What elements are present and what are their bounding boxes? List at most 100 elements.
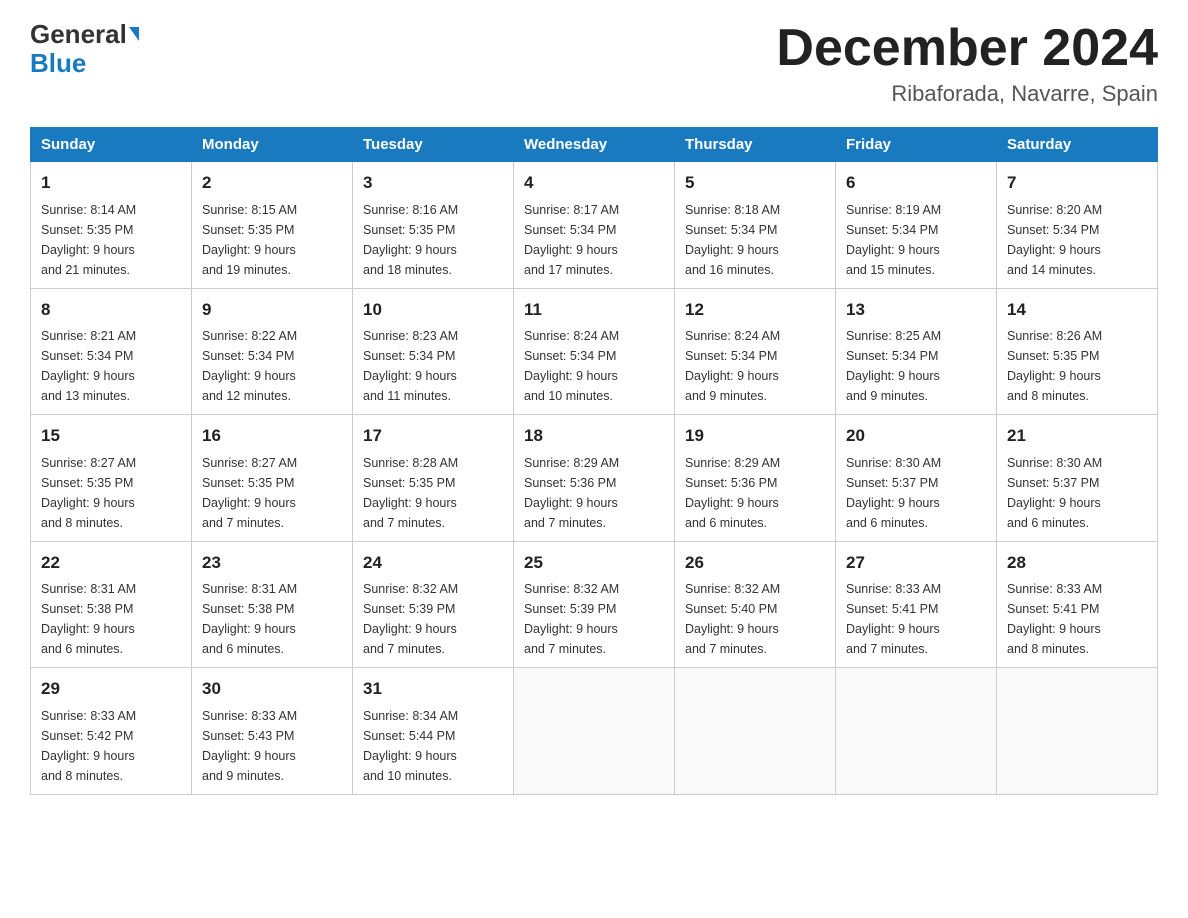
day-info: Sunrise: 8:17 AM Sunset: 5:34 PM Dayligh… xyxy=(524,200,664,280)
header-cell-thursday: Thursday xyxy=(675,128,836,162)
day-info: Sunrise: 8:14 AM Sunset: 5:35 PM Dayligh… xyxy=(41,200,181,280)
day-number: 17 xyxy=(363,423,503,449)
calendar-table: SundayMondayTuesdayWednesdayThursdayFrid… xyxy=(30,127,1158,795)
day-number: 5 xyxy=(685,170,825,196)
week-row-3: 15 Sunrise: 8:27 AM Sunset: 5:35 PM Dayli… xyxy=(31,415,1158,542)
calendar-cell: 19Sunrise: 8:29 AM Sunset: 5:36 PM Dayli… xyxy=(675,415,836,542)
calendar-cell: 27 Sunrise: 8:33 AM Sunset: 5:41 PM Dayli… xyxy=(836,541,997,668)
calendar-cell xyxy=(514,668,675,795)
day-info: Sunrise: 8:32 AM Sunset: 5:39 PM Dayligh… xyxy=(524,579,664,659)
calendar-cell: 29Sunrise: 8:33 AM Sunset: 5:42 PM Dayli… xyxy=(31,668,192,795)
header-cell-tuesday: Tuesday xyxy=(353,128,514,162)
day-number: 4 xyxy=(524,170,664,196)
day-number: 13 xyxy=(846,297,986,323)
calendar-body: 1 Sunrise: 8:14 AM Sunset: 5:35 PM Daylig… xyxy=(31,162,1158,795)
calendar-cell: 6 Sunrise: 8:19 AM Sunset: 5:34 PM Daylig… xyxy=(836,162,997,289)
calendar-cell: 4 Sunrise: 8:17 AM Sunset: 5:34 PM Daylig… xyxy=(514,162,675,289)
calendar-cell: 1 Sunrise: 8:14 AM Sunset: 5:35 PM Daylig… xyxy=(31,162,192,289)
header-cell-wednesday: Wednesday xyxy=(514,128,675,162)
day-number: 21 xyxy=(1007,423,1147,449)
day-info: Sunrise: 8:18 AM Sunset: 5:34 PM Dayligh… xyxy=(685,200,825,280)
calendar-cell: 2 Sunrise: 8:15 AM Sunset: 5:35 PM Daylig… xyxy=(192,162,353,289)
calendar-cell: 11 Sunrise: 8:24 AM Sunset: 5:34 PM Dayli… xyxy=(514,288,675,415)
day-number: 27 xyxy=(846,550,986,576)
day-info: Sunrise: 8:20 AM Sunset: 5:34 PM Dayligh… xyxy=(1007,200,1147,280)
calendar-cell: 21 Sunrise: 8:30 AM Sunset: 5:37 PM Dayli… xyxy=(997,415,1158,542)
calendar-cell: 20Sunrise: 8:30 AM Sunset: 5:37 PM Dayli… xyxy=(836,415,997,542)
day-info: Sunrise: 8:32 AM Sunset: 5:39 PM Dayligh… xyxy=(363,579,503,659)
header-row: SundayMondayTuesdayWednesdayThursdayFrid… xyxy=(31,128,1158,162)
day-info: Sunrise: 8:24 AM Sunset: 5:34 PM Dayligh… xyxy=(685,326,825,406)
calendar-cell: 14 Sunrise: 8:26 AM Sunset: 5:35 PM Dayli… xyxy=(997,288,1158,415)
day-info: Sunrise: 8:34 AM Sunset: 5:44 PM Dayligh… xyxy=(363,706,503,786)
day-info: Sunrise: 8:33 AM Sunset: 5:43 PM Dayligh… xyxy=(202,706,342,786)
logo: General Blue xyxy=(30,20,139,77)
calendar-cell: 24Sunrise: 8:32 AM Sunset: 5:39 PM Dayli… xyxy=(353,541,514,668)
calendar-cell: 25 Sunrise: 8:32 AM Sunset: 5:39 PM Dayli… xyxy=(514,541,675,668)
day-info: Sunrise: 8:19 AM Sunset: 5:34 PM Dayligh… xyxy=(846,200,986,280)
day-info: Sunrise: 8:26 AM Sunset: 5:35 PM Dayligh… xyxy=(1007,326,1147,406)
calendar-cell: 10 Sunrise: 8:23 AM Sunset: 5:34 PM Dayli… xyxy=(353,288,514,415)
location-text: Ribaforada, Navarre, Spain xyxy=(776,81,1158,107)
day-info: Sunrise: 8:15 AM Sunset: 5:35 PM Dayligh… xyxy=(202,200,342,280)
day-info: Sunrise: 8:31 AM Sunset: 5:38 PM Dayligh… xyxy=(202,579,342,659)
logo-blue-text: Blue xyxy=(30,49,86,78)
day-number: 11 xyxy=(524,297,664,323)
logo-general-text: General xyxy=(30,20,127,49)
header-cell-saturday: Saturday xyxy=(997,128,1158,162)
title-block: December 2024 Ribaforada, Navarre, Spain xyxy=(776,20,1158,107)
day-number: 14 xyxy=(1007,297,1147,323)
day-number: 15 xyxy=(41,423,181,449)
week-row-2: 8 Sunrise: 8:21 AM Sunset: 5:34 PM Daylig… xyxy=(31,288,1158,415)
calendar-cell: 26Sunrise: 8:32 AM Sunset: 5:40 PM Dayli… xyxy=(675,541,836,668)
calendar-cell: 28Sunrise: 8:33 AM Sunset: 5:41 PM Dayli… xyxy=(997,541,1158,668)
calendar-cell: 16 Sunrise: 8:27 AM Sunset: 5:35 PM Dayli… xyxy=(192,415,353,542)
day-number: 2 xyxy=(202,170,342,196)
day-info: Sunrise: 8:33 AM Sunset: 5:41 PM Dayligh… xyxy=(1007,579,1147,659)
page-header: General Blue December 2024 Ribaforada, N… xyxy=(30,20,1158,107)
calendar-cell xyxy=(675,668,836,795)
calendar-cell xyxy=(836,668,997,795)
logo-arrow-icon xyxy=(129,27,139,41)
day-number: 16 xyxy=(202,423,342,449)
calendar-cell: 18 Sunrise: 8:29 AM Sunset: 5:36 PM Dayli… xyxy=(514,415,675,542)
calendar-cell: 30 Sunrise: 8:33 AM Sunset: 5:43 PM Dayli… xyxy=(192,668,353,795)
calendar-cell: 13 Sunrise: 8:25 AM Sunset: 5:34 PM Dayli… xyxy=(836,288,997,415)
calendar-cell: 7Sunrise: 8:20 AM Sunset: 5:34 PM Daylig… xyxy=(997,162,1158,289)
day-info: Sunrise: 8:33 AM Sunset: 5:42 PM Dayligh… xyxy=(41,706,181,786)
day-number: 18 xyxy=(524,423,664,449)
day-info: Sunrise: 8:23 AM Sunset: 5:34 PM Dayligh… xyxy=(363,326,503,406)
day-info: Sunrise: 8:24 AM Sunset: 5:34 PM Dayligh… xyxy=(524,326,664,406)
day-info: Sunrise: 8:33 AM Sunset: 5:41 PM Dayligh… xyxy=(846,579,986,659)
month-title: December 2024 xyxy=(776,20,1158,77)
day-info: Sunrise: 8:31 AM Sunset: 5:38 PM Dayligh… xyxy=(41,579,181,659)
week-row-5: 29Sunrise: 8:33 AM Sunset: 5:42 PM Dayli… xyxy=(31,668,1158,795)
day-info: Sunrise: 8:21 AM Sunset: 5:34 PM Dayligh… xyxy=(41,326,181,406)
calendar-cell: 31 Sunrise: 8:34 AM Sunset: 5:44 PM Dayli… xyxy=(353,668,514,795)
calendar-cell: 23Sunrise: 8:31 AM Sunset: 5:38 PM Dayli… xyxy=(192,541,353,668)
day-info: Sunrise: 8:27 AM Sunset: 5:35 PM Dayligh… xyxy=(202,453,342,533)
day-number: 25 xyxy=(524,550,664,576)
calendar-cell: 3Sunrise: 8:16 AM Sunset: 5:35 PM Daylig… xyxy=(353,162,514,289)
day-number: 30 xyxy=(202,676,342,702)
day-number: 8 xyxy=(41,297,181,323)
header-cell-monday: Monday xyxy=(192,128,353,162)
calendar-cell: 8 Sunrise: 8:21 AM Sunset: 5:34 PM Daylig… xyxy=(31,288,192,415)
day-number: 19 xyxy=(685,423,825,449)
day-number: 3 xyxy=(363,170,503,196)
day-info: Sunrise: 8:25 AM Sunset: 5:34 PM Dayligh… xyxy=(846,326,986,406)
calendar-cell: 12Sunrise: 8:24 AM Sunset: 5:34 PM Dayli… xyxy=(675,288,836,415)
day-number: 20 xyxy=(846,423,986,449)
calendar-cell: 17Sunrise: 8:28 AM Sunset: 5:35 PM Dayli… xyxy=(353,415,514,542)
day-number: 10 xyxy=(363,297,503,323)
day-number: 6 xyxy=(846,170,986,196)
day-number: 26 xyxy=(685,550,825,576)
day-info: Sunrise: 8:29 AM Sunset: 5:36 PM Dayligh… xyxy=(524,453,664,533)
day-number: 1 xyxy=(41,170,181,196)
day-info: Sunrise: 8:30 AM Sunset: 5:37 PM Dayligh… xyxy=(1007,453,1147,533)
header-cell-sunday: Sunday xyxy=(31,128,192,162)
calendar-cell: 5 Sunrise: 8:18 AM Sunset: 5:34 PM Daylig… xyxy=(675,162,836,289)
day-number: 31 xyxy=(363,676,503,702)
week-row-4: 22Sunrise: 8:31 AM Sunset: 5:38 PM Dayli… xyxy=(31,541,1158,668)
day-number: 9 xyxy=(202,297,342,323)
